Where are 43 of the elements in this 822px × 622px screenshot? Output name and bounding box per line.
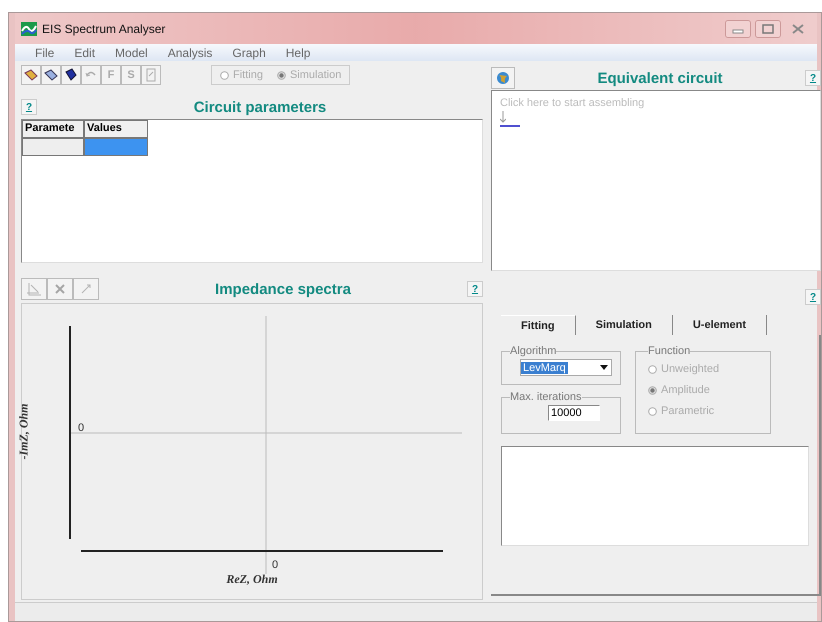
menu-item[interactable]: Help: [276, 44, 320, 61]
help-button[interactable]: ?: [805, 289, 821, 305]
algorithm-dropdown[interactable]: LevMarq: [520, 359, 612, 376]
caret-icon: [600, 365, 608, 370]
maximize-icon: [762, 24, 774, 34]
panel-title: Equivalent circuit: [596, 70, 724, 87]
iterations-field[interactable]: 10000: [548, 405, 600, 421]
axis-title: ReZ, Ohm: [225, 572, 279, 587]
panel-title: Impedance spectra: [214, 280, 352, 298]
toolbar-button[interactable]: F: [101, 65, 121, 85]
menu-item[interactable]: File: [25, 44, 64, 61]
group-label: Function: [648, 345, 690, 357]
menu-item[interactable]: Model: [105, 44, 158, 61]
axis-tick-label: 0: [272, 559, 278, 571]
connection-line: [500, 124, 520, 128]
tab[interactable]: Fitting: [501, 315, 576, 335]
help-button[interactable]: ?: [21, 99, 37, 115]
help-button[interactable]: ?: [805, 70, 821, 86]
tab[interactable]: U-element: [672, 315, 768, 335]
group-label: Algorithm: [510, 345, 556, 357]
menu-item[interactable]: Graph: [222, 44, 276, 61]
tab[interactable]: Simulation: [576, 315, 673, 335]
menu-item[interactable]: Analysis: [158, 44, 222, 61]
arrow-icon: [500, 110, 506, 123]
help-button[interactable]: ?: [467, 281, 483, 297]
maximize-button[interactable]: [755, 20, 781, 38]
globe-icon[interactable]: [491, 67, 515, 90]
minimize-button[interactable]: [725, 20, 751, 38]
toolbar-button[interactable]: S: [121, 65, 141, 85]
axis-tick-label: 0: [78, 422, 84, 434]
axis-title: -ImZ, Ohm: [16, 404, 32, 460]
menu-item[interactable]: Edit: [64, 44, 106, 61]
hint-text: Click here to start assembling: [500, 96, 646, 109]
panel-title: Circuit parameters: [192, 98, 328, 116]
column-header: Values: [84, 120, 148, 138]
group-label: Max. iterations: [510, 391, 582, 403]
table-cell[interactable]: [84, 138, 148, 156]
app-logo-icon: [21, 22, 37, 36]
window-title: EIS Spectrum Analyser: [42, 22, 166, 36]
close-icon: [792, 24, 804, 34]
column-header: Paramete: [22, 120, 84, 138]
document-icon[interactable]: [141, 65, 161, 85]
table-cell[interactable]: [22, 138, 84, 156]
